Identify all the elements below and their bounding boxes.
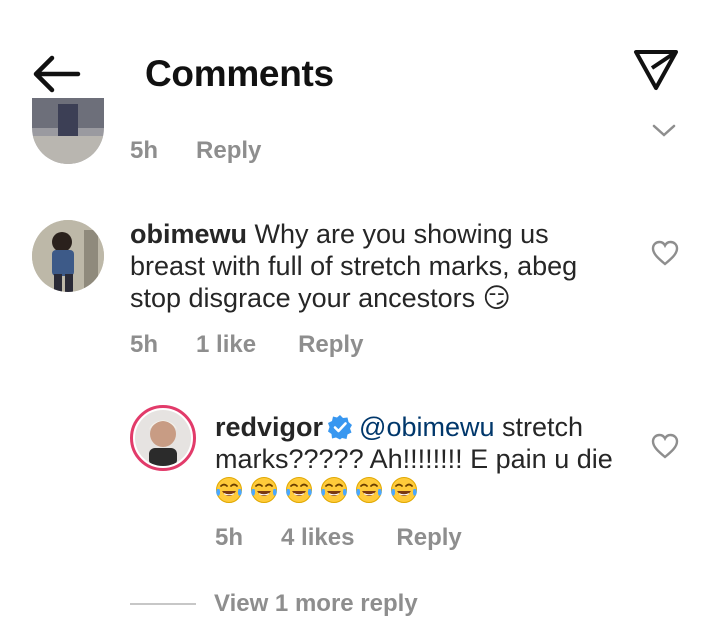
like-count[interactable]: 4 likes [281,524,354,552]
comment-time: 5h [130,137,159,164]
tears-of-joy-emoji-icon [356,477,382,503]
reply-meta: 5h 4 likes Reply [215,524,462,552]
emoji-row [215,476,425,506]
reply-text: redvigor @obimewu stretch marks????? Ah!!… [215,411,625,507]
reply-button[interactable]: Reply [196,137,261,165]
chevron-down-icon[interactable] [652,124,676,138]
avatar[interactable] [32,220,104,292]
heart-icon[interactable] [651,240,679,266]
send-icon [634,50,678,90]
comment-meta: 5h 1 like Reply [130,331,363,359]
reply-username[interactable]: redvigor [215,412,323,442]
verified-badge-icon [328,415,353,440]
tears-of-joy-emoji-icon [391,477,417,503]
reply-time: 5h [215,524,244,551]
heart-icon[interactable] [651,433,679,459]
tears-of-joy-emoji-icon [216,477,242,503]
avatar[interactable] [130,405,196,471]
mention-link[interactable]: @obimewu [359,412,494,442]
comment-username[interactable]: obimewu [130,219,247,249]
back-button[interactable] [28,50,82,98]
share-button[interactable] [632,46,680,94]
tears-of-joy-emoji-icon [251,477,277,503]
page-title: Comments [145,53,334,94]
view-more-replies-button[interactable]: View 1 more reply [130,590,418,618]
avatar[interactable] [32,98,104,164]
comment-time: 5h [130,331,159,358]
view-more-label: View 1 more reply [214,590,418,617]
like-count[interactable]: 1 like [196,331,256,359]
comment-meta: 5h Reply [130,137,261,165]
header: Comments [0,0,720,120]
divider-line [130,603,196,605]
reply-button[interactable]: Reply [396,524,461,552]
comment-text: obimewu Why are you showing us breast wi… [130,218,610,314]
tears-of-joy-emoji-icon [321,477,347,503]
tears-of-joy-emoji-icon [286,477,312,503]
reply-button[interactable]: Reply [298,331,363,359]
back-arrow-icon [33,55,81,93]
